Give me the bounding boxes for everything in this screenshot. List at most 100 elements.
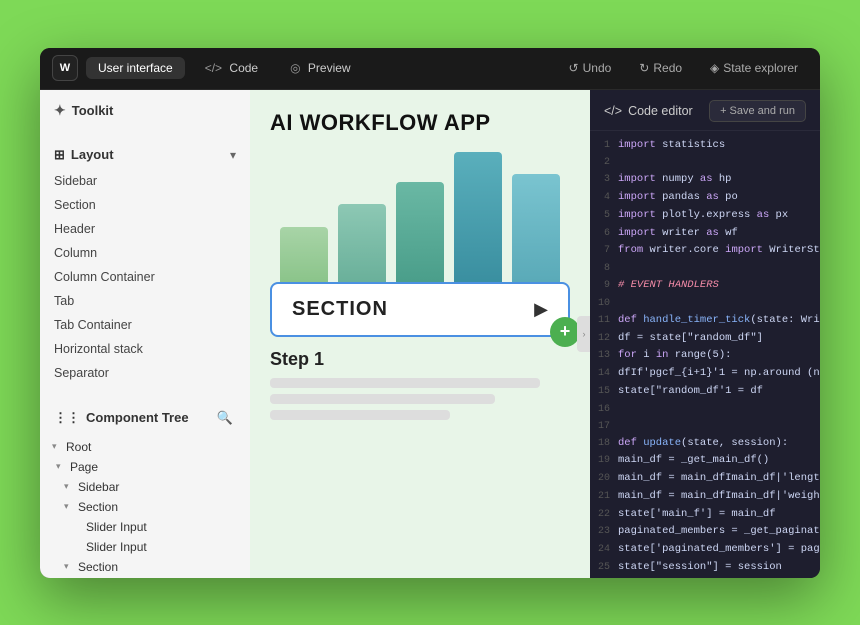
save-run-button[interactable]: + Save and run bbox=[709, 100, 806, 122]
chevron-down-icon: ▾ bbox=[52, 441, 66, 452]
line-number: 19 bbox=[590, 453, 618, 468]
add-section-button[interactable]: + bbox=[550, 317, 580, 347]
bar-5 bbox=[512, 174, 560, 282]
chevron-down-icon: ▾ bbox=[64, 481, 78, 492]
component-tree-header: ⋮⋮ Component Tree 🔍 bbox=[40, 397, 250, 437]
layout-item-horizontal-stack[interactable]: Horizontal stack bbox=[54, 337, 236, 361]
redo-button[interactable]: ↻ Redo bbox=[629, 57, 692, 79]
code-line: 10 bbox=[590, 295, 820, 312]
line-number: 22 bbox=[590, 507, 618, 522]
tree-label: Section bbox=[78, 560, 118, 574]
code-text: import writer as wf bbox=[618, 226, 738, 242]
code-text: import plotly.express as px bbox=[618, 208, 788, 224]
layout-item-section[interactable]: Section bbox=[54, 193, 236, 217]
layout-arrow-icon[interactable]: ▾ bbox=[230, 148, 236, 162]
code-line: 2 bbox=[590, 154, 820, 171]
line-number: 15 bbox=[590, 384, 618, 399]
line-number: 12 bbox=[590, 331, 618, 346]
tree-item-page[interactable]: ▾ Page bbox=[48, 457, 242, 477]
code-line: 8 bbox=[590, 260, 820, 277]
bar-4 bbox=[454, 152, 502, 282]
layout-label: Layout bbox=[71, 147, 114, 162]
line-number: 4 bbox=[590, 190, 618, 205]
toolkit-title: ✦ Toolkit bbox=[54, 102, 236, 119]
section-label: SECTION bbox=[292, 298, 388, 321]
code-line: 24 state['paginated_members'] = paginati bbox=[590, 541, 820, 559]
line-number: 20 bbox=[590, 471, 618, 486]
eye-icon: ◎ bbox=[290, 61, 300, 75]
tree-item-page-sidebar[interactable]: ▾ Sidebar bbox=[48, 477, 242, 497]
code-line: 4import pandas as po bbox=[590, 189, 820, 207]
code-text: paginated_members = _get_paginated_m bbox=[618, 524, 820, 540]
chevron-down-icon: ▾ bbox=[56, 461, 70, 472]
step-title: Step 1 bbox=[270, 349, 570, 370]
code-editor-title: </> Code editor bbox=[604, 104, 693, 118]
tree-items: ▾ Root ▾ Page ▾ Sidebar ▾ Section Sli bbox=[40, 437, 250, 578]
code-line: 5import plotly.express as px bbox=[590, 207, 820, 225]
code-line: 23 paginated_members = _get_paginated_m bbox=[590, 523, 820, 541]
layout-item-separator[interactable]: Separator bbox=[54, 361, 236, 385]
tab-preview-label: Preview bbox=[308, 61, 351, 75]
layout-item-header[interactable]: Header bbox=[54, 217, 236, 241]
tree-item-section-2[interactable]: ▾ Section bbox=[48, 557, 242, 577]
line-number: 6 bbox=[590, 226, 618, 241]
section-banner[interactable]: SECTION ▶ + bbox=[270, 282, 570, 337]
code-text: main_df = main_dfImain_df|'weight_g' bbox=[618, 489, 820, 505]
tree-icon: ⋮⋮ bbox=[54, 410, 80, 426]
layout-item-column[interactable]: Column bbox=[54, 241, 236, 265]
tree-label: Page bbox=[70, 460, 98, 474]
line-number: 10 bbox=[590, 296, 618, 311]
tree-item-root[interactable]: ▾ Root bbox=[48, 437, 242, 457]
code-line: 7from writer.core import WriterState bbox=[590, 242, 820, 260]
tree-label: Slider Input bbox=[86, 540, 147, 554]
code-text: for i in range(5): bbox=[618, 348, 731, 364]
code-line: 14 dfIf'pgcf_{i+1}'1 = np.around (np. r bbox=[590, 365, 820, 383]
code-line: 17 bbox=[590, 418, 820, 435]
code-text: df = state["random_df"] bbox=[618, 331, 763, 347]
undo-icon: ↺ bbox=[569, 61, 579, 75]
tree-label: Sidebar bbox=[78, 480, 119, 494]
line-number: 1 bbox=[590, 138, 618, 153]
tree-item-section-1[interactable]: ▾ Section bbox=[48, 497, 242, 517]
layout-item-tab-container[interactable]: Tab Container bbox=[54, 313, 236, 337]
canvas-area[interactable]: AI WORKFLOW APP SECTION ▶ + Step 1 bbox=[250, 90, 590, 578]
code-text: state['paginated_members'] = paginati bbox=[618, 542, 820, 558]
code-line: 11def handle_timer_tick(state: WriterS bbox=[590, 312, 820, 330]
line-number: 13 bbox=[590, 348, 618, 363]
code-content: 1import statistics23import numpy as hp4i… bbox=[590, 131, 820, 578]
tree-item-slider-2[interactable]: Slider Input bbox=[48, 537, 242, 557]
tab-ui[interactable]: User interface bbox=[86, 57, 185, 79]
code-text: import numpy as hp bbox=[618, 172, 731, 188]
undo-button[interactable]: ↺ Undo bbox=[559, 57, 622, 79]
layout-item-sidebar[interactable]: Sidebar bbox=[54, 169, 236, 193]
state-icon: ◈ bbox=[710, 61, 719, 75]
tree-item-hstack[interactable]: Horizontal stack bbox=[48, 577, 242, 578]
tree-label: Section bbox=[78, 500, 118, 514]
layout-icon: ⊞ bbox=[54, 147, 65, 163]
app-window: W User interface </> Code ◎ Preview ↺ Un… bbox=[40, 48, 820, 578]
tab-code[interactable]: </> Code bbox=[193, 57, 270, 79]
state-explorer-button[interactable]: ◈ State explorer bbox=[700, 57, 808, 79]
code-line: 13 for i in range(5): bbox=[590, 347, 820, 365]
layout-item-column-container[interactable]: Column Container bbox=[54, 265, 236, 289]
placeholder-line-2 bbox=[270, 394, 495, 404]
layout-items: Sidebar Section Header Column Column Con… bbox=[40, 169, 250, 385]
code-text: import pandas as po bbox=[618, 190, 738, 206]
code-line: 20 main_df = main_dfImain_df|'length_cn bbox=[590, 470, 820, 488]
code-text: state["random_df'1 = df bbox=[618, 384, 763, 400]
line-number: 7 bbox=[590, 243, 618, 258]
layout-header: ⊞ Layout ▾ bbox=[40, 137, 250, 169]
top-bar: W User interface </> Code ◎ Preview ↺ Un… bbox=[40, 48, 820, 90]
toolkit-section: ✦ Toolkit bbox=[40, 90, 250, 125]
collapse-handle[interactable]: › bbox=[577, 316, 590, 352]
tree-item-slider-1[interactable]: Slider Input bbox=[48, 517, 242, 537]
toolkit-icon: ✦ bbox=[54, 102, 66, 119]
layout-item-tab[interactable]: Tab bbox=[54, 289, 236, 313]
search-button[interactable]: 🔍 bbox=[214, 407, 236, 429]
code-line: 12 df = state["random_df"] bbox=[590, 330, 820, 348]
tab-preview[interactable]: ◎ Preview bbox=[278, 57, 363, 79]
placeholder-line-1 bbox=[270, 378, 540, 388]
code-editor-header: </> Code editor + Save and run bbox=[590, 90, 820, 131]
chevron-down-icon: ▾ bbox=[64, 501, 78, 512]
line-number: 8 bbox=[590, 261, 618, 276]
